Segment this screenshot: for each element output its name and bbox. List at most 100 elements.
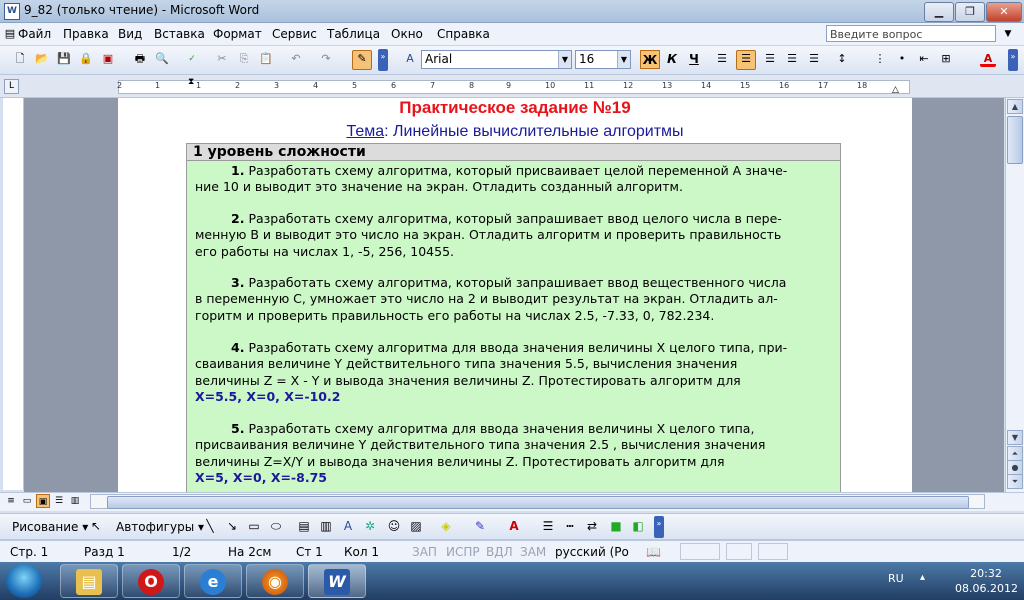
oval-icon[interactable]: ⬭ <box>268 519 284 533</box>
status-language[interactable]: русский (Ро <box>555 545 629 559</box>
copy-icon[interactable]: ⎘ <box>236 51 252 67</box>
tray-arrow-icon[interactable]: ▴ <box>920 572 925 583</box>
status-trk[interactable]: ИСПР <box>446 545 480 559</box>
menu-window[interactable]: Окно <box>391 27 423 41</box>
word-app-icon[interactable]: W <box>4 3 20 20</box>
align-right-icon[interactable]: ☰ <box>762 51 778 67</box>
normal-view-icon[interactable]: ≡ <box>4 494 18 508</box>
print-layout-icon[interactable]: ▣ <box>36 494 50 508</box>
bold-button[interactable]: Ж <box>640 50 660 69</box>
menu-help[interactable]: Справка <box>437 27 490 41</box>
scroll-up-icon[interactable]: ▲ <box>1007 99 1023 114</box>
document-page[interactable]: Практическое задание №19 Тема: Линейные … <box>118 98 912 492</box>
line-color-icon[interactable]: ✎ <box>472 519 488 533</box>
menu-table[interactable]: Таблица <box>327 27 380 41</box>
scroll-down-icon[interactable]: ▼ <box>1007 430 1023 445</box>
draw-menu-button[interactable]: Рисование ▾ <box>12 520 88 534</box>
font-name-select[interactable]: Arial ▼ <box>421 50 572 69</box>
bullets-icon[interactable]: • <box>894 51 910 67</box>
menu-format[interactable]: Формат <box>213 27 262 41</box>
spelling-status-icon[interactable]: 📖 <box>646 545 661 559</box>
scroll-thumb[interactable] <box>1007 116 1023 164</box>
pdf-icon[interactable]: ▣ <box>100 51 116 67</box>
shadow-icon[interactable]: ■ <box>608 519 624 533</box>
menu-view[interactable]: Вид <box>118 27 142 41</box>
menu-edit[interactable]: Правка <box>63 27 109 41</box>
toolbar-options-icon[interactable]: » <box>654 516 664 538</box>
chevron-down-icon[interactable]: ▼ <box>558 51 571 68</box>
line-spacing-icon[interactable]: ↕ <box>834 51 850 67</box>
permission-icon[interactable]: 🔒 <box>78 51 94 67</box>
align-left-icon[interactable]: ☰ <box>714 51 730 67</box>
tray-language[interactable]: RU <box>888 572 904 585</box>
font-color-icon[interactable]: A <box>980 51 996 67</box>
print-icon[interactable]: 🖶 <box>132 51 148 67</box>
menu-file[interactable]: Файл <box>18 27 51 41</box>
cut-icon[interactable]: ✂ <box>214 51 230 67</box>
vertical-textbox-icon[interactable]: ▥ <box>318 519 334 533</box>
taskbar-explorer[interactable]: ▤ <box>60 564 118 598</box>
decrease-indent-icon[interactable]: ⇤ <box>916 51 932 67</box>
taskbar-opera[interactable]: O <box>122 564 180 598</box>
prev-page-icon[interactable]: ⏶ <box>1007 446 1023 461</box>
minimize-button[interactable]: ▁ <box>924 2 954 22</box>
chevron-down-icon[interactable]: ▼ <box>617 51 630 68</box>
print-preview-icon[interactable]: 🔍 <box>154 51 170 67</box>
underline-button[interactable]: Ч <box>684 50 704 69</box>
picture-icon[interactable]: ▨ <box>408 519 424 533</box>
ruler-strip[interactable]: 2 1 1 2 3 4 5 6 7 8 9 10 11 12 13 14 15 … <box>117 80 910 94</box>
ask-dropdown-icon[interactable]: ▼ <box>1000 26 1016 42</box>
justify-icon[interactable]: ☰ <box>784 51 800 67</box>
horizontal-ruler[interactable]: L 2 1 1 2 3 4 5 6 7 8 9 10 11 12 13 14 1… <box>0 75 1024 98</box>
wordart-icon[interactable]: A <box>340 519 356 533</box>
rectangle-icon[interactable]: ▭ <box>246 519 262 533</box>
taskbar-firefox[interactable]: ◉ <box>246 564 304 598</box>
scroll-thumb[interactable] <box>107 496 969 509</box>
browse-object-icon[interactable]: ● <box>1007 460 1023 475</box>
arrow-style-icon[interactable]: ⇄ <box>584 519 600 533</box>
status-ext[interactable]: ВДЛ <box>486 545 513 559</box>
dash-style-icon[interactable]: ┅ <box>562 519 578 533</box>
reading-layout-icon[interactable]: ✎ <box>352 50 372 70</box>
maximize-button[interactable]: ❐ <box>955 2 985 22</box>
styles-icon[interactable]: A <box>402 51 418 67</box>
vertical-ruler[interactable] <box>3 98 24 490</box>
ask-question-input[interactable]: Введите вопрос <box>826 25 996 42</box>
horizontal-scrollbar[interactable] <box>90 494 985 509</box>
font-size-select[interactable]: 16 ▼ <box>575 50 631 69</box>
align-center-icon[interactable]: ☰ <box>736 50 756 70</box>
start-button[interactable] <box>6 564 42 598</box>
undo-icon[interactable]: ↶ <box>288 51 304 67</box>
status-rec[interactable]: ЗАП <box>412 545 437 559</box>
document-area[interactable]: Практическое задание №19 Тема: Линейные … <box>24 98 1004 492</box>
borders-icon[interactable]: ⊞ <box>938 51 954 67</box>
right-indent-marker-icon[interactable]: △ <box>892 85 899 95</box>
next-page-icon[interactable]: ⏷ <box>1007 474 1023 489</box>
arrow-icon[interactable]: ↘ <box>224 519 240 533</box>
menu-insert[interactable]: Вставка <box>154 27 205 41</box>
italic-button[interactable]: К <box>662 50 682 69</box>
distribute-icon[interactable]: ☰ <box>806 51 822 67</box>
textbox-icon[interactable]: ▤ <box>296 519 312 533</box>
vertical-scrollbar[interactable]: ▲ ▼ ⏶ ● ⏷ <box>1005 98 1024 492</box>
web-view-icon[interactable]: ▭ <box>20 494 34 508</box>
diagram-icon[interactable]: ✲ <box>362 519 378 533</box>
save-icon[interactable]: 💾 <box>56 51 72 67</box>
select-objects-icon[interactable]: ↖ <box>88 519 104 533</box>
line-style-icon[interactable]: ☰ <box>540 519 556 533</box>
clipart-icon[interactable]: ☺ <box>386 519 402 533</box>
indent-marker-icon[interactable]: ⧗ <box>188 77 194 87</box>
menu-tools[interactable]: Сервис <box>272 27 317 41</box>
spelling-icon[interactable]: ✓ <box>184 51 200 67</box>
toolbar-options-icon[interactable]: » <box>378 49 388 71</box>
close-button[interactable]: ✕ <box>986 2 1022 22</box>
autoshapes-button[interactable]: Автофигуры ▾ <box>116 520 204 534</box>
tab-selector-icon[interactable]: L <box>4 79 19 94</box>
document-icon[interactable]: ▤ <box>2 26 18 42</box>
fill-color-icon[interactable]: ◈ <box>438 519 454 533</box>
open-icon[interactable]: 📂 <box>34 51 50 67</box>
paste-icon[interactable]: 📋 <box>258 51 274 67</box>
new-doc-icon[interactable]: 🗋 <box>12 51 28 67</box>
redo-icon[interactable]: ↷ <box>318 51 334 67</box>
taskbar-ie[interactable]: e <box>184 564 242 598</box>
